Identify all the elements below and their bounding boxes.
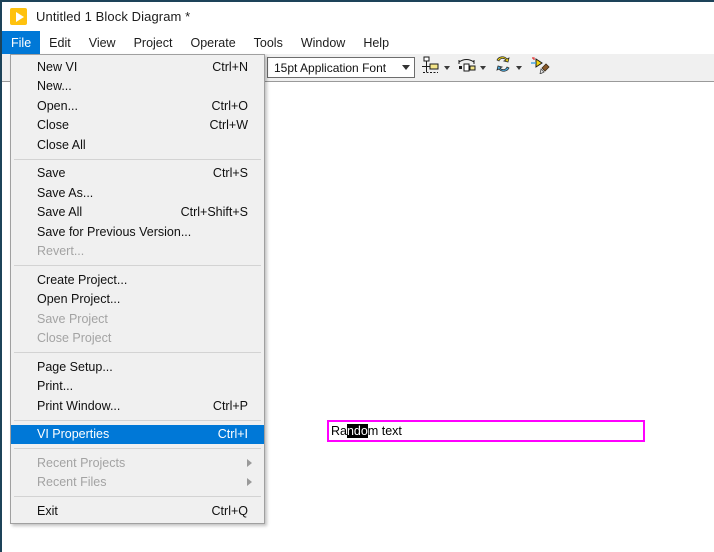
menu-item-label: Save Project <box>37 311 108 326</box>
menubar-item-window[interactable]: Window <box>292 31 354 54</box>
menubar-item-label: Tools <box>253 35 283 50</box>
menu-item-label: Save for Previous Version... <box>37 224 192 239</box>
menu-item-close-all[interactable]: Close All <box>11 135 264 155</box>
menubar-item-label: File <box>11 35 32 50</box>
distribute-objects-icon <box>457 56 478 79</box>
align-objects-icon <box>421 56 442 79</box>
menu-item-label: Recent Files <box>37 475 107 490</box>
menubar-item-label: Edit <box>49 35 71 50</box>
menu-item-label: Close All <box>37 137 86 152</box>
menubar-item-file[interactable]: File <box>2 31 41 54</box>
labview-block-diagram-window: Untitled 1 Block Diagram * File Edit Vie… <box>0 0 714 552</box>
menu-item-close[interactable]: Close Ctrl+W <box>11 116 264 136</box>
menu-item-open-project[interactable]: Open Project... <box>11 290 264 310</box>
menu-item-exit[interactable]: Exit Ctrl+Q <box>11 501 264 521</box>
menu-item-label: Revert... <box>37 244 85 259</box>
menu-item-open[interactable]: Open... Ctrl+O <box>11 96 264 116</box>
menu-item-label: Save <box>37 166 66 181</box>
menubar-item-label: Operate <box>190 35 236 50</box>
title-bar: Untitled 1 Block Diagram * <box>2 2 714 31</box>
menu-item-shortcut: Ctrl+W <box>209 118 248 133</box>
menu-item-create-project[interactable]: Create Project... <box>11 270 264 290</box>
menu-item-label: Recent Projects <box>37 455 126 470</box>
menu-item-label: Open Project... <box>37 292 121 307</box>
menu-item-shortcut: Ctrl+Shift+S <box>180 205 248 220</box>
menu-separator <box>14 448 261 449</box>
menu-item-label: Print... <box>37 379 74 394</box>
menu-item-save-all[interactable]: Save All Ctrl+Shift+S <box>11 203 264 223</box>
chevron-down-icon <box>444 65 450 70</box>
menu-item-label: Create Project... <box>37 272 128 287</box>
menu-item-shortcut: Ctrl+P <box>212 398 248 413</box>
menu-item-label: Save All <box>37 205 83 220</box>
label-text-before: Ra <box>331 424 347 438</box>
menu-item-shortcut: Ctrl+S <box>212 166 248 181</box>
distribute-objects-button[interactable] <box>457 57 486 78</box>
menu-separator <box>14 265 261 266</box>
chevron-down-icon <box>480 65 486 70</box>
chevron-down-icon <box>402 65 410 70</box>
menubar-item-label: Project <box>133 35 173 50</box>
menu-item-print-window[interactable]: Print Window... Ctrl+P <box>11 396 264 416</box>
menubar-item-label: View <box>88 35 116 50</box>
menu-item-revert: Revert... <box>11 242 264 262</box>
menubar-item-label: Window <box>300 35 346 50</box>
menu-separator <box>14 496 261 497</box>
menubar-item-help[interactable]: Help <box>354 31 398 54</box>
menu-item-vi-properties[interactable]: VI Properties Ctrl+I <box>11 424 264 444</box>
menubar-item-tools[interactable]: Tools <box>245 31 292 54</box>
menu-item-label: Close Project <box>37 331 112 346</box>
menu-item-label: Page Setup... <box>37 359 113 374</box>
reorder-button[interactable] <box>494 56 522 79</box>
label-text-selected: ndo <box>346 424 368 438</box>
menu-separator <box>14 352 261 353</box>
clean-up-diagram-button[interactable] <box>530 57 551 78</box>
run-arrow-icon <box>10 8 27 25</box>
menu-item-save-project: Save Project <box>11 309 264 329</box>
menu-item-print[interactable]: Print... <box>11 377 264 397</box>
chevron-right-icon <box>247 478 252 487</box>
menu-item-label: Print Window... <box>37 398 121 413</box>
menubar-item-operate[interactable]: Operate <box>181 31 244 54</box>
menu-item-label: Close <box>37 118 69 133</box>
menu-item-save[interactable]: Save Ctrl+S <box>11 164 264 184</box>
text-label-object[interactable]: Ra ndo m text <box>327 420 645 442</box>
menu-item-label: Exit <box>37 503 58 518</box>
menu-item-new-vi[interactable]: New VI Ctrl+N <box>11 57 264 77</box>
menu-separator <box>14 158 261 160</box>
window-title: Untitled 1 Block Diagram * <box>36 9 191 24</box>
menu-separator <box>14 419 261 421</box>
menu-item-shortcut: Ctrl+I <box>217 427 248 442</box>
menu-item-save-as[interactable]: Save As... <box>11 183 264 203</box>
menubar-item-label: Help <box>363 35 390 50</box>
file-dropdown-menu[interactable]: New VI Ctrl+N New... Open... Ctrl+O Clos… <box>10 54 265 524</box>
menubar-item-project[interactable]: Project <box>125 31 182 54</box>
menubar-item-edit[interactable]: Edit <box>40 31 80 54</box>
clean-up-diagram-icon <box>530 56 551 79</box>
font-selector-combobox[interactable]: 15pt Application Font <box>267 57 415 78</box>
menu-item-new[interactable]: New... <box>11 77 264 97</box>
menu-item-recent-projects: Recent Projects <box>11 453 264 473</box>
menu-item-page-setup[interactable]: Page Setup... <box>11 357 264 377</box>
menu-item-label: VI Properties <box>37 427 110 442</box>
reorder-icon <box>494 56 514 79</box>
menu-item-label: New... <box>37 79 72 94</box>
menu-item-shortcut: Ctrl+O <box>211 98 248 113</box>
menu-item-close-project: Close Project <box>11 329 264 349</box>
menu-item-save-for-previous-version[interactable]: Save for Previous Version... <box>11 222 264 242</box>
menu-bar: File Edit View Project Operate Tools Win… <box>2 31 714 54</box>
chevron-down-icon <box>516 65 522 70</box>
menu-item-label: Save As... <box>37 185 94 200</box>
menu-item-shortcut: Ctrl+Q <box>211 503 248 518</box>
label-text-after: m text <box>367 424 402 438</box>
chevron-right-icon <box>247 458 252 467</box>
menubar-item-view[interactable]: View <box>80 31 125 54</box>
align-objects-button[interactable] <box>421 56 450 79</box>
menu-item-label: Open... <box>37 98 78 113</box>
menu-item-label: New VI <box>37 59 78 74</box>
menu-item-recent-files: Recent Files <box>11 473 264 493</box>
font-selector-value: 15pt Application Font <box>274 60 387 75</box>
menu-item-shortcut: Ctrl+N <box>212 59 248 74</box>
